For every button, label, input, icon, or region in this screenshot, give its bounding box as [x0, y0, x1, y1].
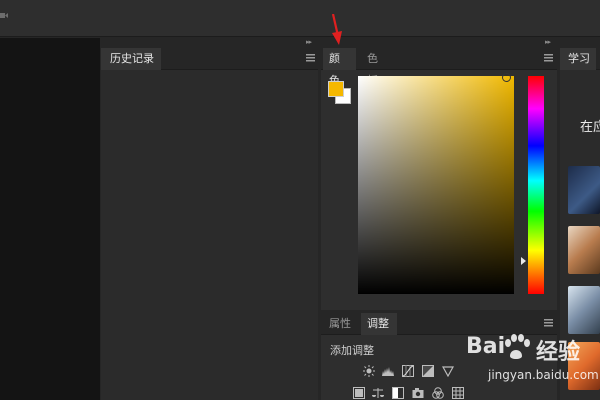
foreground-color-swatch[interactable] — [328, 81, 344, 97]
tutorial-thumbnail[interactable] — [568, 226, 600, 274]
history-tabbar: 历史记录 — [101, 48, 318, 70]
scale-balance-icon[interactable] — [372, 387, 384, 399]
levels-icon[interactable] — [382, 365, 394, 377]
curves-icon[interactable] — [402, 365, 414, 377]
tab-history[interactable]: 历史记录 — [101, 48, 161, 70]
brightness-contrast-icon[interactable] — [363, 365, 375, 377]
history-panel: 历史记录 — [101, 48, 318, 400]
document-canvas[interactable] — [0, 38, 100, 400]
channel-mixer-icon[interactable] — [432, 387, 444, 399]
watermark-brand-right: 经验 — [536, 340, 581, 365]
tutorial-thumbnail[interactable] — [568, 286, 600, 334]
hue-slider-handle[interactable] — [521, 257, 526, 265]
color-balance-icon[interactable] — [353, 387, 365, 399]
video-camera-icon[interactable] — [0, 12, 8, 19]
baidu-paw-logo — [505, 334, 530, 359]
color-panel: 颜色 色板 — [321, 48, 557, 310]
black-white-icon[interactable] — [392, 387, 404, 399]
tab-adjustments[interactable]: 调整 — [361, 313, 397, 335]
annotation-arrow-icon — [331, 14, 342, 45]
tab-properties[interactable]: 属性 — [323, 313, 357, 335]
collapse-panel-icon[interactable]: ▸▸ — [306, 38, 312, 46]
hue-slider[interactable] — [528, 76, 544, 294]
gradient-triangle-icon[interactable] — [442, 365, 454, 377]
baidu-watermark: Bai 经验 jingyan.baidu.com — [466, 334, 600, 400]
adjustments-tabbar: 属性 调整 — [321, 313, 557, 335]
panel-menu-icon[interactable] — [306, 54, 315, 62]
learn-tabbar: 学习 — [560, 48, 600, 70]
color-picker-cursor[interactable] — [502, 73, 511, 82]
panel-menu-icon[interactable] — [544, 54, 553, 62]
watermark-url: jingyan.baidu.com — [488, 368, 599, 382]
tab-color[interactable]: 颜色 — [323, 48, 356, 87]
color-lookup-icon[interactable] — [452, 387, 464, 399]
tab-learn[interactable]: 学习 — [560, 48, 596, 70]
photo-filter-icon[interactable] — [412, 387, 424, 399]
tab-swatches[interactable]: 色板 — [361, 48, 394, 87]
saturation-value-field[interactable] — [358, 73, 514, 294]
options-bar — [0, 0, 600, 37]
collapse-panel-icon[interactable]: ▸▸ — [545, 38, 551, 46]
color-tabbar: 颜色 色板 — [321, 48, 557, 87]
learn-heading: 在应 — [580, 120, 600, 135]
panel-menu-icon[interactable] — [544, 319, 553, 327]
add-adjustment-label: 添加调整 — [330, 344, 374, 357]
exposure-icon[interactable] — [422, 365, 434, 377]
tutorial-thumbnail[interactable] — [568, 166, 600, 214]
watermark-brand-left: Bai — [466, 334, 506, 359]
